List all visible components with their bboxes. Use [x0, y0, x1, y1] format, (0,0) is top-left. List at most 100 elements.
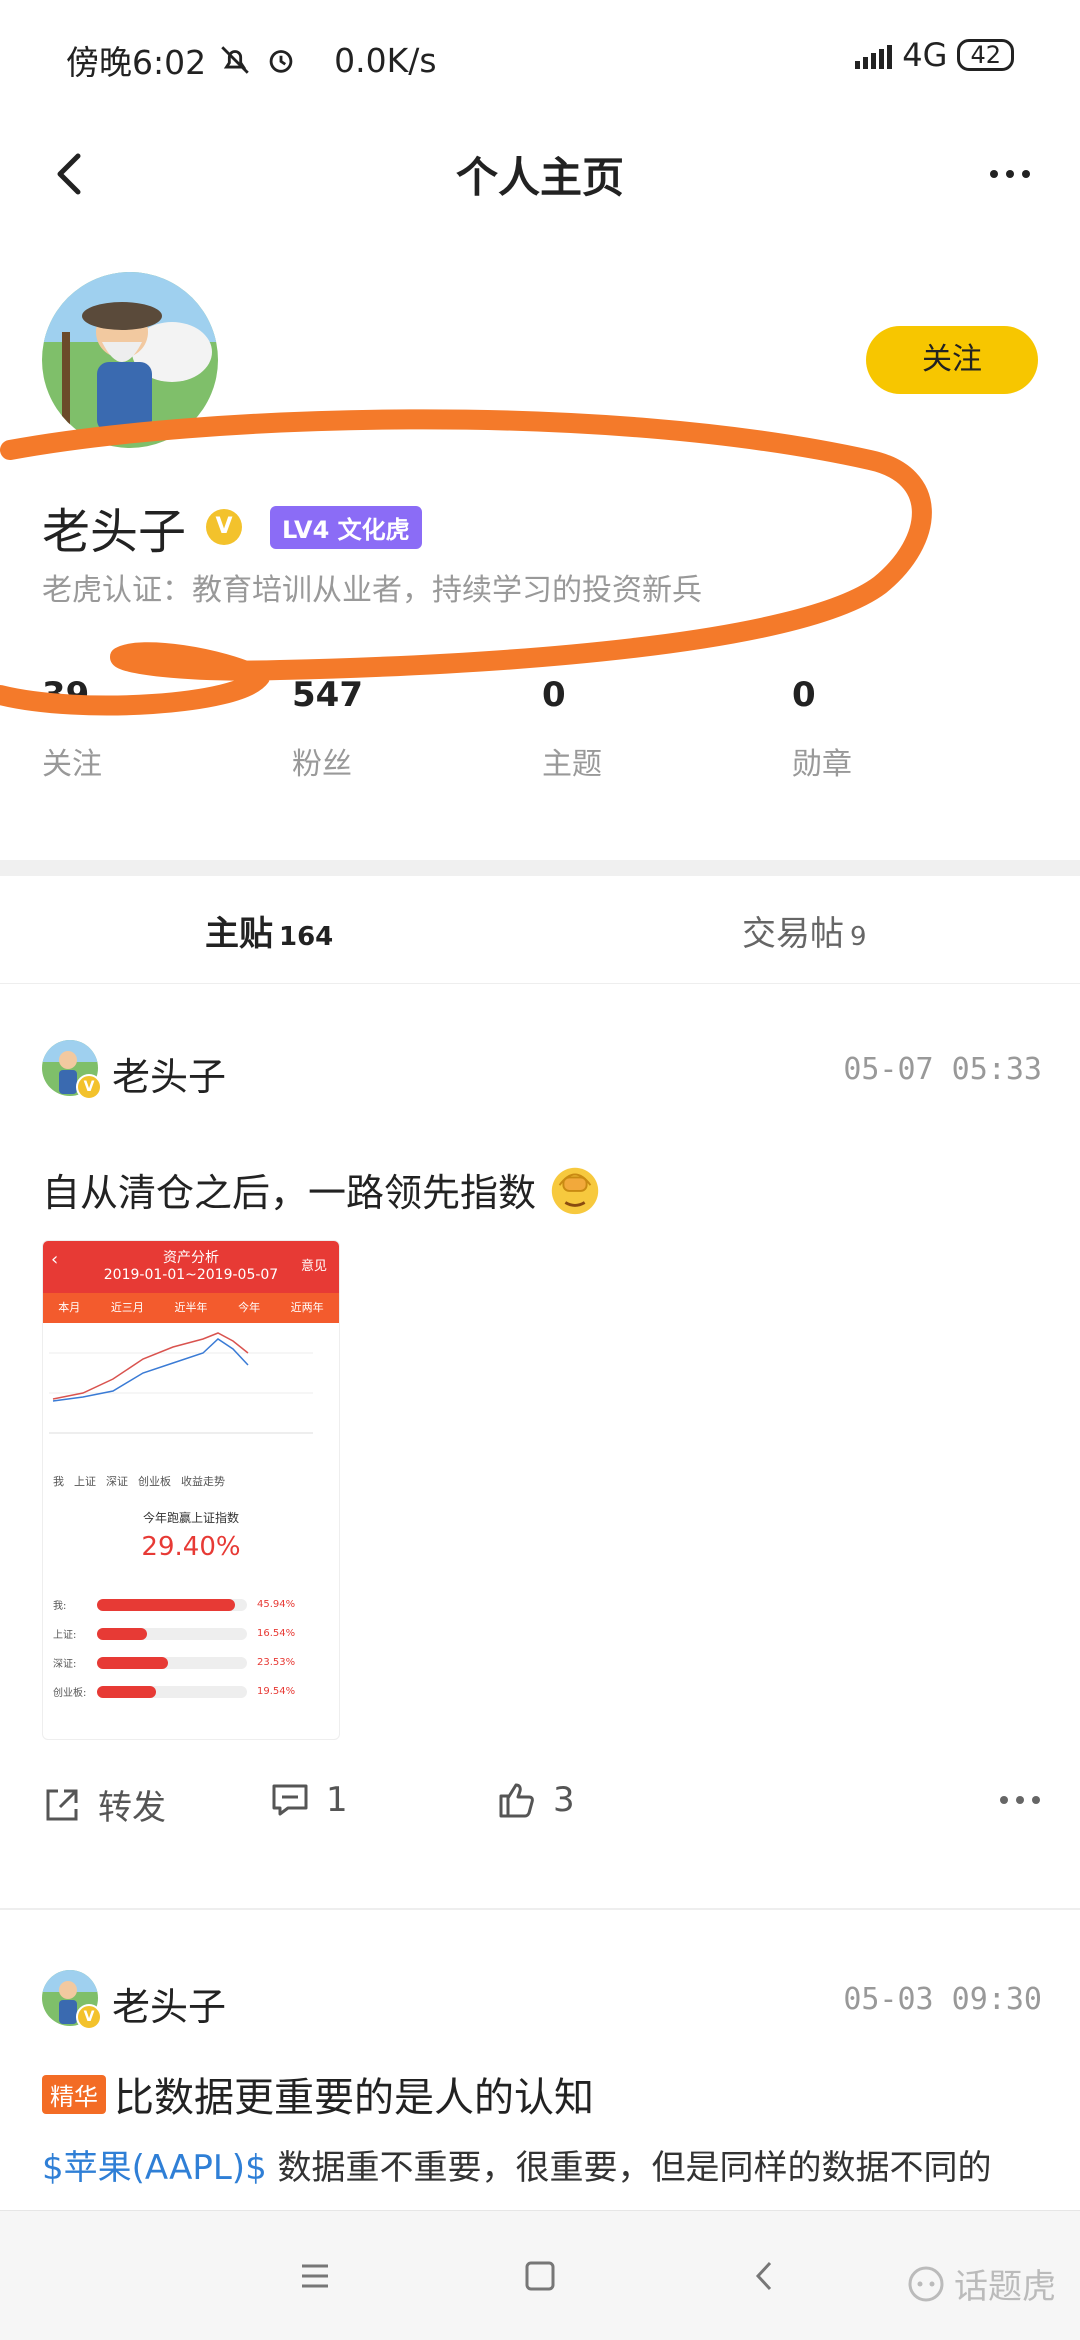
bar-track [97, 1598, 247, 1611]
stat-followers[interactable]: 547 粉丝 [292, 675, 542, 783]
stat-value: 0 [792, 675, 816, 715]
post-item[interactable]: V 老头子 05-07 05:33 自从清仓之后，一路领先指数 ‹ 资产分析 2… [0, 1020, 1080, 1910]
featured-tag: 精华 [42, 2074, 106, 2114]
stat-topics[interactable]: 0 主题 [542, 675, 792, 783]
image-bars: 我: 45.94% 上证: 16.54% 深证: 23.53% 创业板: 19.… [43, 1590, 339, 1706]
watermark: 话题虎 [906, 2259, 1056, 2308]
bar-track [97, 1656, 247, 1669]
alarm-icon [269, 50, 293, 73]
nav-bar: 个人主页 [0, 120, 1080, 230]
stat-value: 0 [542, 675, 566, 715]
share-label: 转发 [98, 1788, 166, 1828]
menu-button[interactable] [290, 2251, 340, 2301]
post-image[interactable]: ‹ 资产分析 2019-01-01~2019-05-07 意见 本月 近三月 近… [42, 1240, 340, 1740]
more-horizontal-icon [990, 170, 1030, 178]
battery-icon: 42 [957, 39, 1014, 71]
like-count: 3 [553, 1780, 575, 1820]
stat-following[interactable]: 39 关注 [42, 675, 292, 783]
bar-fill [97, 1656, 168, 1669]
home-square-icon [525, 2261, 555, 2291]
mute-icon [221, 46, 249, 74]
image-period-tab: 近半年 [174, 1301, 208, 1314]
image-bar-row: 深证: 23.53% [53, 1648, 329, 1677]
stat-medals[interactable]: 0 勋章 [792, 675, 1042, 783]
post-author[interactable]: 老头子 [112, 1046, 226, 1101]
image-period-tab: 本月 [58, 1301, 81, 1314]
stat-label: 粉丝 [292, 747, 352, 782]
status-bar: 傍晚6:02 0.0K/s 4G 42 [0, 0, 1080, 120]
post-header: V 老头子 05-07 05:33 [42, 1040, 1042, 1110]
stat-label: 关注 [42, 747, 102, 782]
image-options: 我 上证 深证 创业板 收益走势 [43, 1473, 339, 1489]
system-nav-bar: 话题虎 [0, 2210, 1080, 2340]
image-title: 资产分析 [163, 1250, 219, 1266]
stat-label: 主题 [542, 747, 602, 782]
share-icon [46, 1789, 78, 1820]
image-period-tab: 今年 [238, 1301, 261, 1314]
post-text: 自从清仓之后，一路领先指数 [42, 1160, 604, 1218]
tab-count: 9 [850, 922, 867, 952]
stat-value: 547 [292, 675, 363, 715]
bar-fill [97, 1598, 235, 1611]
home-button[interactable] [515, 2251, 565, 2301]
bar-value: 23.53% [257, 1657, 296, 1668]
image-option: 我 [53, 1475, 64, 1488]
tab-main-posts[interactable]: 主贴 164 [205, 906, 333, 955]
signal-icon [855, 41, 893, 69]
network-type: 4G [902, 36, 948, 74]
image-header: ‹ 资产分析 2019-01-01~2019-05-07 意见 [43, 1241, 339, 1293]
image-option: 收益走势 [181, 1475, 225, 1488]
image-back-icon: ‹ [51, 1249, 59, 1270]
tab-label: 主贴 [205, 914, 273, 954]
more-button[interactable] [980, 144, 1040, 204]
more-horizontal-icon [1000, 1796, 1040, 1804]
post-author[interactable]: 老头子 [112, 1976, 226, 2031]
image-period-tab: 近两年 [290, 1301, 324, 1314]
image-option: 上证 [74, 1475, 96, 1488]
bar-label: 深证: [53, 1659, 77, 1670]
comment-count: 1 [326, 1780, 348, 1820]
comment-button[interactable]: 1 [270, 1780, 348, 1820]
status-right: 4G 42 [855, 36, 1014, 74]
tab-trade-posts[interactable]: 交易帖 9 [742, 906, 867, 955]
chevron-left-icon [755, 2261, 772, 2291]
stats-row: 39 关注 547 粉丝 0 主题 0 勋章 [42, 675, 1042, 783]
bar-value: 45.94% [257, 1599, 296, 1610]
tab-count: 164 [279, 922, 334, 952]
post-body-text: 数据重不重要，很重要，但是同样的数据不同的 [266, 2148, 992, 2188]
bar-fill [97, 1685, 156, 1698]
image-bar-row: 上证: 16.54% [53, 1619, 329, 1648]
certification-text: 老虎认证：教育培训从业者，持续学习的投资新兵 [42, 573, 702, 608]
profile-header: 关注 老头子 V LV4 文化虎 老虎认证：教育培训从业者，持续学习的投资新兵 … [0, 230, 1080, 850]
facepalm-emoji-icon [551, 1167, 599, 1215]
post-item[interactable]: V 老头子 05-03 09:30 精华 比数据更重要的是人的认知 $苹果(AA… [0, 1950, 1080, 2210]
tab-bar: 主贴 164 交易帖 9 [0, 876, 1080, 984]
image-period-tab: 近三月 [110, 1301, 144, 1314]
system-back-button[interactable] [740, 2251, 790, 2301]
image-header-action: 意见 [300, 1259, 327, 1274]
post-actions: 转发 1 3 [42, 1780, 1042, 1840]
stat-label: 勋章 [792, 747, 852, 782]
verified-icon: V [206, 509, 243, 545]
image-line-chart [49, 1332, 313, 1434]
menu-icon [302, 2264, 328, 2288]
status-left: 傍晚6:02 0.0K/s [66, 36, 437, 84]
post-title: 精华 比数据更重要的是人的认知 [42, 2065, 594, 2123]
like-button[interactable]: 3 [497, 1780, 575, 1820]
bar-value: 16.54% [257, 1628, 296, 1639]
level-badge[interactable]: LV4 文化虎 [270, 505, 422, 549]
post-time: 05-03 09:30 [843, 1982, 1042, 2017]
image-date-range: 2019-01-01~2019-05-07 [103, 1267, 279, 1283]
avatar[interactable] [42, 272, 218, 448]
bar-fill [97, 1627, 147, 1640]
follow-button[interactable]: 关注 [866, 326, 1038, 394]
share-button[interactable]: 转发 [42, 1780, 166, 1829]
comment-icon [272, 1784, 308, 1816]
stock-link[interactable]: $苹果(AAPL)$ [42, 2148, 267, 2188]
image-period-tabs: 本月 近三月 近半年 今年 近两年 [43, 1293, 339, 1323]
page-title: 个人主页 [455, 153, 624, 202]
post-body: $苹果(AAPL)$ 数据重不重要，很重要，但是同样的数据不同的 [42, 2140, 992, 2189]
thumbs-up-icon [499, 1783, 534, 1818]
image-bar-row: 创业板: 19.54% [53, 1677, 329, 1706]
post-more-button[interactable] [998, 1790, 1042, 1810]
